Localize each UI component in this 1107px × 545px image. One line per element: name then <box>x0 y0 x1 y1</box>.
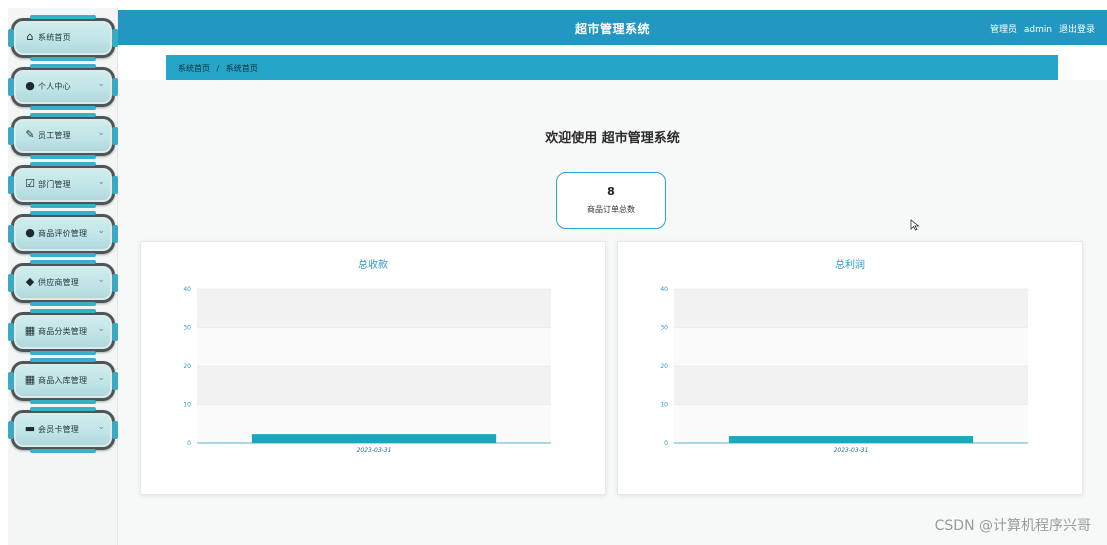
sidebar: ⌂ 系统首页 ● 个人中心 ⌄ ✎ 员工管理 ⌄ ☑ 部门管理 ⌄ ● 商品评价… <box>8 8 118 545</box>
sidebar-item-label: 供应商管理 <box>38 278 79 287</box>
side-edge <box>8 29 14 47</box>
grid-icon: ▦ <box>24 373 36 386</box>
side-edge <box>8 274 14 292</box>
user-info: 管理员 admin 退出登录 <box>986 22 1095 35</box>
x-tick-label: 2023-03-31 <box>834 447 869 454</box>
card-icon: ▬ <box>24 422 36 435</box>
y-tick-label: 30 <box>660 325 668 332</box>
grid-band <box>197 289 551 328</box>
mouse-cursor-icon <box>910 219 920 231</box>
profit-chart-card: 总利润 0 10 20 30 40 2023-03-31 <box>617 241 1083 495</box>
checkbox-icon: ☑ <box>25 177 35 190</box>
location-icon: ◆ <box>25 275 35 288</box>
chevron-down-icon: ⌄ <box>97 373 105 383</box>
welcome-title: 欢迎使用 超市管理系统 <box>545 131 680 146</box>
order-count-card: 8 商品订单总数 <box>556 172 666 229</box>
chevron-down-icon: ⌄ <box>97 324 105 334</box>
x-tick-label: 2023-03-31 <box>357 447 392 454</box>
sidebar-item-label: 会员卡管理 <box>38 425 79 434</box>
bar <box>728 436 974 443</box>
y-tick-label: 10 <box>183 402 191 409</box>
y-tick-label: 20 <box>183 363 191 370</box>
chevron-down-icon: ⌄ <box>97 79 105 89</box>
sidebar-item-label: 员工管理 <box>38 131 71 140</box>
sidebar-item-review[interactable]: ● 商品评价管理 ⌄ <box>8 211 118 257</box>
home-icon: ⌂ <box>26 30 34 43</box>
user-icon: ● <box>25 226 35 239</box>
chevron-down-icon: ⌄ <box>97 226 105 236</box>
side-edge <box>8 78 14 96</box>
grid-band <box>197 327 551 366</box>
y-tick-label: 30 <box>183 325 191 332</box>
order-count-value: 8 <box>607 185 615 198</box>
chevron-down-icon: ⌄ <box>97 177 105 187</box>
sidebar-item-label: 个人中心 <box>38 82 71 91</box>
breadcrumb: 系统首页 / 系统首页 <box>166 55 1058 80</box>
y-tick-label: 20 <box>660 363 668 370</box>
grid-icon: ▦ <box>24 324 36 337</box>
chevron-down-icon: ⌄ <box>97 422 105 432</box>
sidebar-item-stock-in[interactable]: ▦ 商品入库管理 ⌄ <box>8 358 118 404</box>
revenue-chart: 0 10 20 30 40 2023-03-31 <box>183 286 551 454</box>
bar <box>251 434 497 443</box>
sidebar-item-label: 系统首页 <box>38 33 71 42</box>
chevron-down-icon: ⌄ <box>97 275 105 285</box>
y-tick-label: 40 <box>660 286 668 293</box>
sidebar-item-label: 部门管理 <box>38 180 71 189</box>
sidebar-item-category[interactable]: ▦ 商品分类管理 ⌄ <box>8 309 118 355</box>
grid-band <box>197 366 551 405</box>
logout-link[interactable]: 退出登录 <box>1059 25 1095 35</box>
watermark: CSDN @计算机程序兴哥 <box>934 518 1091 534</box>
side-edge <box>8 372 14 390</box>
side-edge <box>8 176 14 194</box>
y-tick-label: 10 <box>660 402 668 409</box>
sidebar-item-home[interactable]: ⌂ 系统首页 <box>8 15 118 61</box>
edit-icon: ✎ <box>25 128 35 141</box>
revenue-chart-card: 总收款 0 10 20 30 40 2023-03-31 <box>140 241 606 495</box>
grid-band <box>674 289 1028 328</box>
side-edge <box>8 127 14 145</box>
sidebar-item-label: 商品评价管理 <box>38 229 88 238</box>
top-header: 超市管理系统 管理员 admin 退出登录 <box>118 10 1107 45</box>
sidebar-item-membership[interactable]: ▬ 会员卡管理 ⌄ <box>8 407 118 453</box>
user-icon: ● <box>25 79 35 92</box>
app-title: 超市管理系统 <box>574 22 650 36</box>
breadcrumb-current: 系统首页 <box>225 64 258 73</box>
breadcrumb-separator: / <box>216 64 220 73</box>
y-tick-label: 40 <box>183 286 191 293</box>
user-role: 管理员 <box>990 25 1018 35</box>
y-tick-label: 0 <box>187 440 191 447</box>
side-edge <box>8 421 14 439</box>
grid-band <box>674 327 1028 366</box>
sidebar-item-label: 商品入库管理 <box>38 376 88 385</box>
sidebar-item-profile[interactable]: ● 个人中心 ⌄ <box>8 64 118 110</box>
sidebar-item-department[interactable]: ☑ 部门管理 ⌄ <box>8 162 118 208</box>
side-edge <box>8 323 14 341</box>
sidebar-item-label: 商品分类管理 <box>38 327 88 336</box>
y-tick-label: 0 <box>664 440 668 447</box>
chevron-down-icon: ⌄ <box>97 128 105 138</box>
username: admin <box>1023 25 1053 35</box>
sidebar-item-supplier[interactable]: ◆ 供应商管理 ⌄ <box>8 260 118 306</box>
order-count-label: 商品订单总数 <box>587 205 635 214</box>
profit-chart: 0 10 20 30 40 2023-03-31 <box>660 286 1028 454</box>
breadcrumb-home-link[interactable]: 系统首页 <box>178 64 210 73</box>
side-edge <box>8 225 14 243</box>
grid-band <box>674 366 1028 405</box>
sidebar-item-staff[interactable]: ✎ 员工管理 ⌄ <box>8 113 118 159</box>
